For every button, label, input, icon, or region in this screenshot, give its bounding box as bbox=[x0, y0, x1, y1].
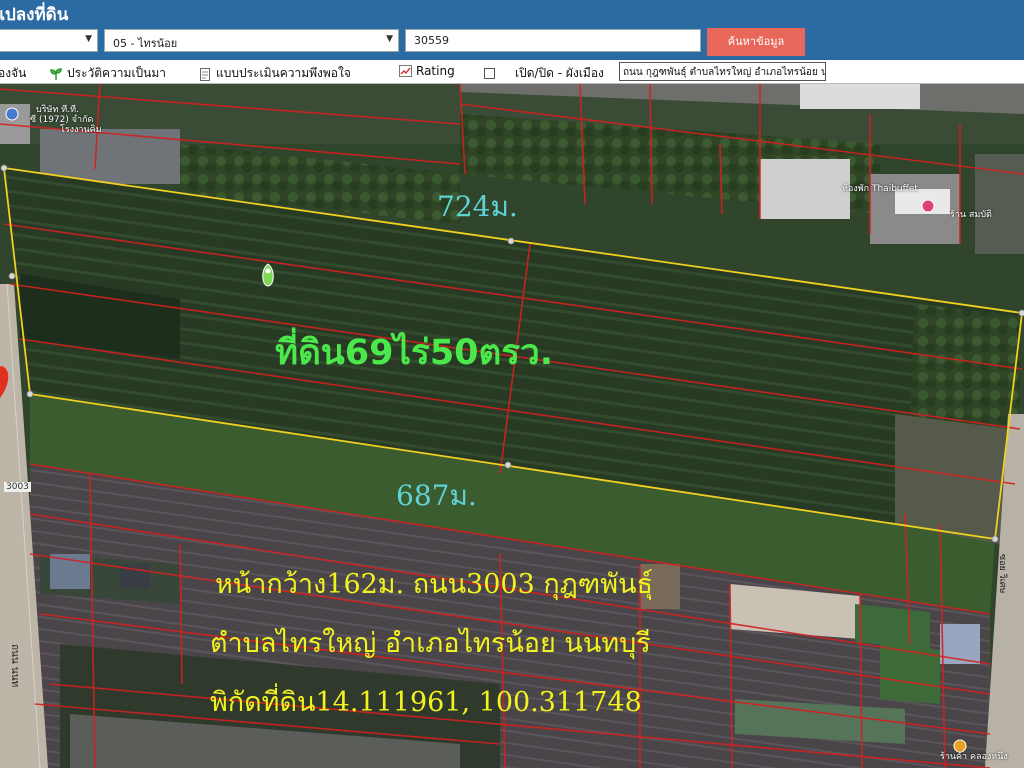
sprout-icon bbox=[50, 67, 62, 80]
poi-label: ร้านค้า คลองหนึ่ง bbox=[940, 752, 1008, 762]
parcel-number-input[interactable] bbox=[405, 29, 701, 52]
chevron-down-icon: ▼ bbox=[85, 34, 92, 44]
road-name-label: ซอย วิเศษ bbox=[997, 554, 1007, 594]
province-select[interactable]: ▼ bbox=[0, 29, 98, 52]
toolbar-item-home[interactable]: องจัน bbox=[0, 64, 26, 83]
poi-icon[interactable] bbox=[921, 199, 935, 213]
toolbar-item-history[interactable]: ประวัติความเป็นมา bbox=[50, 64, 166, 83]
toolbar: องจัน ประวัติความเป็นมา แบบประเมินความพึ… bbox=[0, 60, 1024, 84]
district-select-value: 05 - ไทรน้อย bbox=[113, 37, 178, 50]
toolbar-item-label: เปิด/ปิด - ผังเมือง bbox=[515, 66, 604, 80]
header-bar: แปลงที่ดิน ▼ 05 - ไทรน้อย ▼ ค้นหาข้อมูล bbox=[0, 0, 1024, 60]
toolbar-item-label: ประวัติความเป็นมา bbox=[67, 66, 167, 80]
address-display: ถนน กุฎฑพันธุ์ ตำบลไทรใหญ่ อำเภอไทรน้อย … bbox=[619, 62, 826, 81]
frontage-road-info: หน้ากว้าง162ม. ถนน3003 กุฎฑพันธุ์ bbox=[215, 569, 653, 600]
search-button[interactable]: ค้นหาข้อมูล bbox=[707, 28, 805, 56]
chart-icon bbox=[399, 65, 412, 77]
length-top-label: 724ม. bbox=[437, 190, 518, 223]
poi-label: ห้องพัก Thaibuffet bbox=[842, 184, 918, 194]
satellite-map[interactable]: บริษัท ที.ที. ซี (1972) จำกัด โรงงานคิม … bbox=[0, 84, 1024, 768]
checkbox-icon[interactable] bbox=[484, 67, 496, 80]
poi-label: โรงงานคิม bbox=[60, 125, 102, 135]
toolbar-item-label: องจัน bbox=[0, 66, 27, 80]
toolbar-item-label: Rating bbox=[416, 64, 455, 78]
poi-icon[interactable] bbox=[5, 107, 19, 121]
district-select[interactable]: 05 - ไทรน้อย ▼ bbox=[104, 29, 399, 52]
app-title: แปลงที่ดิน bbox=[0, 5, 69, 25]
coordinates-info: พิกัดที่ดิน14.111961, 100.311748 bbox=[210, 687, 642, 718]
toolbar-item-label: แบบประเมินความพึงพอใจ bbox=[216, 66, 351, 80]
poi-label: ร้าน สมบัติ bbox=[950, 210, 992, 220]
location-info: ตำบลไทรใหญ่ อำเภอไทรน้อย นนทบุรี bbox=[210, 628, 651, 659]
road-number-label: 3003 bbox=[4, 482, 31, 492]
toolbar-item-rating[interactable]: Rating bbox=[399, 64, 455, 78]
toolbar-item-survey[interactable]: แบบประเมินความพึงพอใจ bbox=[199, 64, 351, 83]
road-name-label: ถนน นนท bbox=[9, 644, 20, 688]
toolbar-item-cityplan[interactable]: เปิด/ปิด - ผังเมือง bbox=[484, 64, 604, 83]
land-area-label: ที่ดิน69ไร่50ตรว. bbox=[275, 333, 554, 373]
document-icon bbox=[199, 67, 211, 81]
length-bottom-label: 687ม. bbox=[396, 479, 477, 512]
chevron-down-icon: ▼ bbox=[386, 34, 393, 44]
